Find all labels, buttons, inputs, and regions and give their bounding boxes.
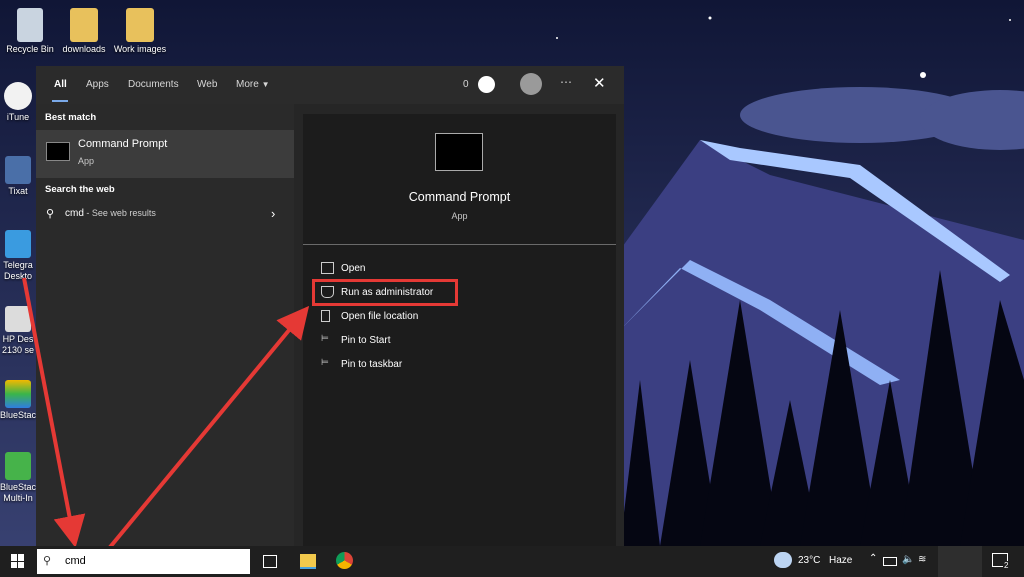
tab-more-label: More <box>236 79 259 90</box>
preview-title: Command Prompt <box>408 190 511 204</box>
web-result-suffix: - See web results <box>83 208 156 218</box>
action-open-file-location-label: Open file location <box>341 311 419 322</box>
open-icon <box>321 262 334 274</box>
action-pin-to-taskbar-label: Pin to taskbar <box>341 359 403 370</box>
file-location-icon <box>321 310 330 322</box>
tixati-icon <box>5 156 31 184</box>
notification-count: 2 <box>1003 561 1010 570</box>
chrome-icon[interactable] <box>336 552 353 569</box>
search-filter-bar: All Apps Documents Web More ▼ 0 ⋯ ✕ <box>36 66 624 104</box>
search-panel: All Apps Documents Web More ▼ 0 ⋯ ✕ Best… <box>36 66 624 546</box>
tab-web[interactable]: Web <box>197 79 217 90</box>
tab-documents[interactable]: Documents <box>128 79 179 90</box>
action-pin-to-start[interactable]: ⊨ Pin to Start <box>317 329 609 351</box>
desktop-icon-hp[interactable]: HP Des 2130 se <box>0 306 40 356</box>
volume-icon[interactable]: 🔈 <box>902 554 914 565</box>
web-result[interactable]: ⚲ cmd - See web results › <box>36 204 294 226</box>
weather-description[interactable]: Haze <box>829 555 852 566</box>
tab-more[interactable]: More ▼ <box>236 79 270 90</box>
preview-pane: Command Prompt App Open Run as administr… <box>303 114 616 546</box>
tab-apps[interactable]: Apps <box>86 79 109 90</box>
action-pin-to-start-label: Pin to Start <box>341 335 391 346</box>
folder-icon <box>70 8 98 42</box>
search-input[interactable]: cmd <box>65 555 86 567</box>
best-match-subtitle: App <box>78 156 95 166</box>
action-open-file-location[interactable]: Open file location <box>317 305 609 327</box>
preview-subtitle: App <box>451 211 468 221</box>
command-prompt-large-icon <box>435 133 483 171</box>
action-pin-to-taskbar[interactable]: ⊨ Pin to taskbar <box>317 353 609 375</box>
desktop-icon-recycle-bin[interactable]: Recycle Bin <box>0 8 60 55</box>
rewards-points: 0 <box>463 79 469 90</box>
close-icon[interactable]: ✕ <box>593 74 606 92</box>
trophy-icon[interactable] <box>478 76 495 93</box>
avatar[interactable] <box>520 73 542 95</box>
action-open-label: Open <box>341 263 366 274</box>
best-match-result[interactable]: Command Prompt App <box>36 130 294 178</box>
tab-all[interactable]: All <box>54 79 67 90</box>
command-prompt-icon <box>46 142 70 161</box>
task-view-icon[interactable] <box>263 555 277 568</box>
pin-icon: ⊨ <box>321 357 329 367</box>
clock-area[interactable] <box>938 546 982 577</box>
web-result-text: cmd - See web results <box>65 208 156 219</box>
desktop-icon-work-images[interactable]: Work images <box>110 8 170 55</box>
desktop-icon-tixati[interactable]: Tixat <box>0 156 40 197</box>
chevron-down-icon: ▼ <box>261 80 270 89</box>
tab-all-underline <box>52 100 68 102</box>
desktop: Recycle Bin downloads Work images iTune … <box>0 0 1024 577</box>
preview-divider <box>303 244 616 245</box>
web-result-query: cmd <box>65 208 84 219</box>
chevron-up-icon[interactable]: ⌃ <box>869 553 877 564</box>
windows-start-icon[interactable] <box>11 554 25 568</box>
folder-icon <box>126 8 154 42</box>
file-explorer-icon[interactable] <box>300 554 316 569</box>
weather-icon[interactable] <box>774 552 792 568</box>
taskbar-search-box[interactable]: ⚲ cmd <box>37 549 250 574</box>
action-open[interactable]: Open <box>317 257 609 279</box>
bluestacks-multi-icon <box>5 452 31 480</box>
taskbar: ⚲ cmd 23°C Haze ⌃ 🔈 ≋ 2 <box>0 546 1024 577</box>
search-icon: ⚲ <box>43 555 52 567</box>
best-match-title: Command Prompt <box>78 138 168 150</box>
chevron-right-icon: › <box>271 206 276 221</box>
search-icon: ⚲ <box>46 208 55 220</box>
bluestacks-icon <box>5 380 31 408</box>
pin-icon: ⊨ <box>321 333 329 343</box>
telegram-icon <box>5 230 31 258</box>
recycle-bin-icon <box>17 8 43 42</box>
more-options-icon[interactable]: ⋯ <box>560 75 572 89</box>
desktop-icon-itunes[interactable]: iTune <box>0 82 40 123</box>
battery-icon[interactable] <box>883 557 897 566</box>
web-header: Search the web <box>45 184 115 195</box>
desktop-icon-bluestacks-multi[interactable]: BlueStac Multi-In <box>0 452 40 504</box>
results-pane: Best match Command Prompt App Search the… <box>36 104 294 546</box>
highlight-run-as-admin <box>312 279 458 306</box>
printer-icon <box>5 306 31 332</box>
best-match-header: Best match <box>45 112 97 123</box>
weather-temperature[interactable]: 23°C <box>798 555 820 566</box>
desktop-icon-telegram[interactable]: Telegra Deskto <box>0 230 40 282</box>
itunes-icon <box>4 82 32 110</box>
wifi-icon[interactable]: ≋ <box>918 554 926 565</box>
desktop-icon-bluestacks[interactable]: BlueStac <box>0 380 40 421</box>
desktop-icon-downloads[interactable]: downloads <box>54 8 114 55</box>
